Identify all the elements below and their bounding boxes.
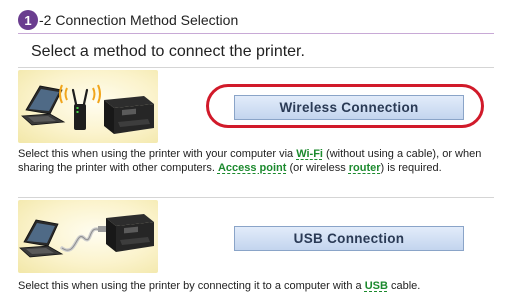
usb-term-link[interactable]: USB: [365, 280, 388, 292]
usb-illustration: [18, 200, 158, 273]
printer-icon: [104, 96, 154, 134]
wifi-term-link[interactable]: Wi-Fi: [296, 148, 323, 160]
page-subtitle: Select a method to connect the printer.: [31, 43, 305, 60]
step-number-badge: 1: [18, 10, 38, 30]
desc-text: (or wireless: [286, 162, 349, 174]
router-term-link[interactable]: router: [349, 162, 381, 174]
usb-connection-button[interactable]: USB Connection: [234, 226, 464, 251]
desc-text: Select this when using the printer with …: [18, 148, 297, 160]
desc-text: Select this when using the printer by co…: [18, 280, 365, 292]
wireless-connection-button[interactable]: Wireless Connection: [234, 95, 464, 120]
usb-description: Select this when using the printer by co…: [18, 279, 498, 293]
step-divider: [18, 33, 494, 34]
desc-text: cable.: [387, 280, 421, 292]
access-point-term-link[interactable]: Access point: [218, 162, 286, 174]
printer-icon: [106, 214, 154, 252]
wireless-description: Select this when using the printer with …: [18, 147, 498, 175]
laptop-icon: [21, 85, 66, 126]
usb-cable-icon: [60, 226, 106, 252]
section-divider: [18, 197, 494, 198]
wireless-illustration: [18, 70, 158, 143]
desc-text: ) is required.: [380, 162, 442, 174]
step-title: -2 Connection Method Selection: [39, 12, 239, 28]
laptop-icon: [19, 219, 64, 258]
step-header: 1 -2 Connection Method Selection: [18, 9, 238, 31]
wireless-router-icon: [59, 84, 101, 130]
section-divider: [18, 67, 494, 68]
